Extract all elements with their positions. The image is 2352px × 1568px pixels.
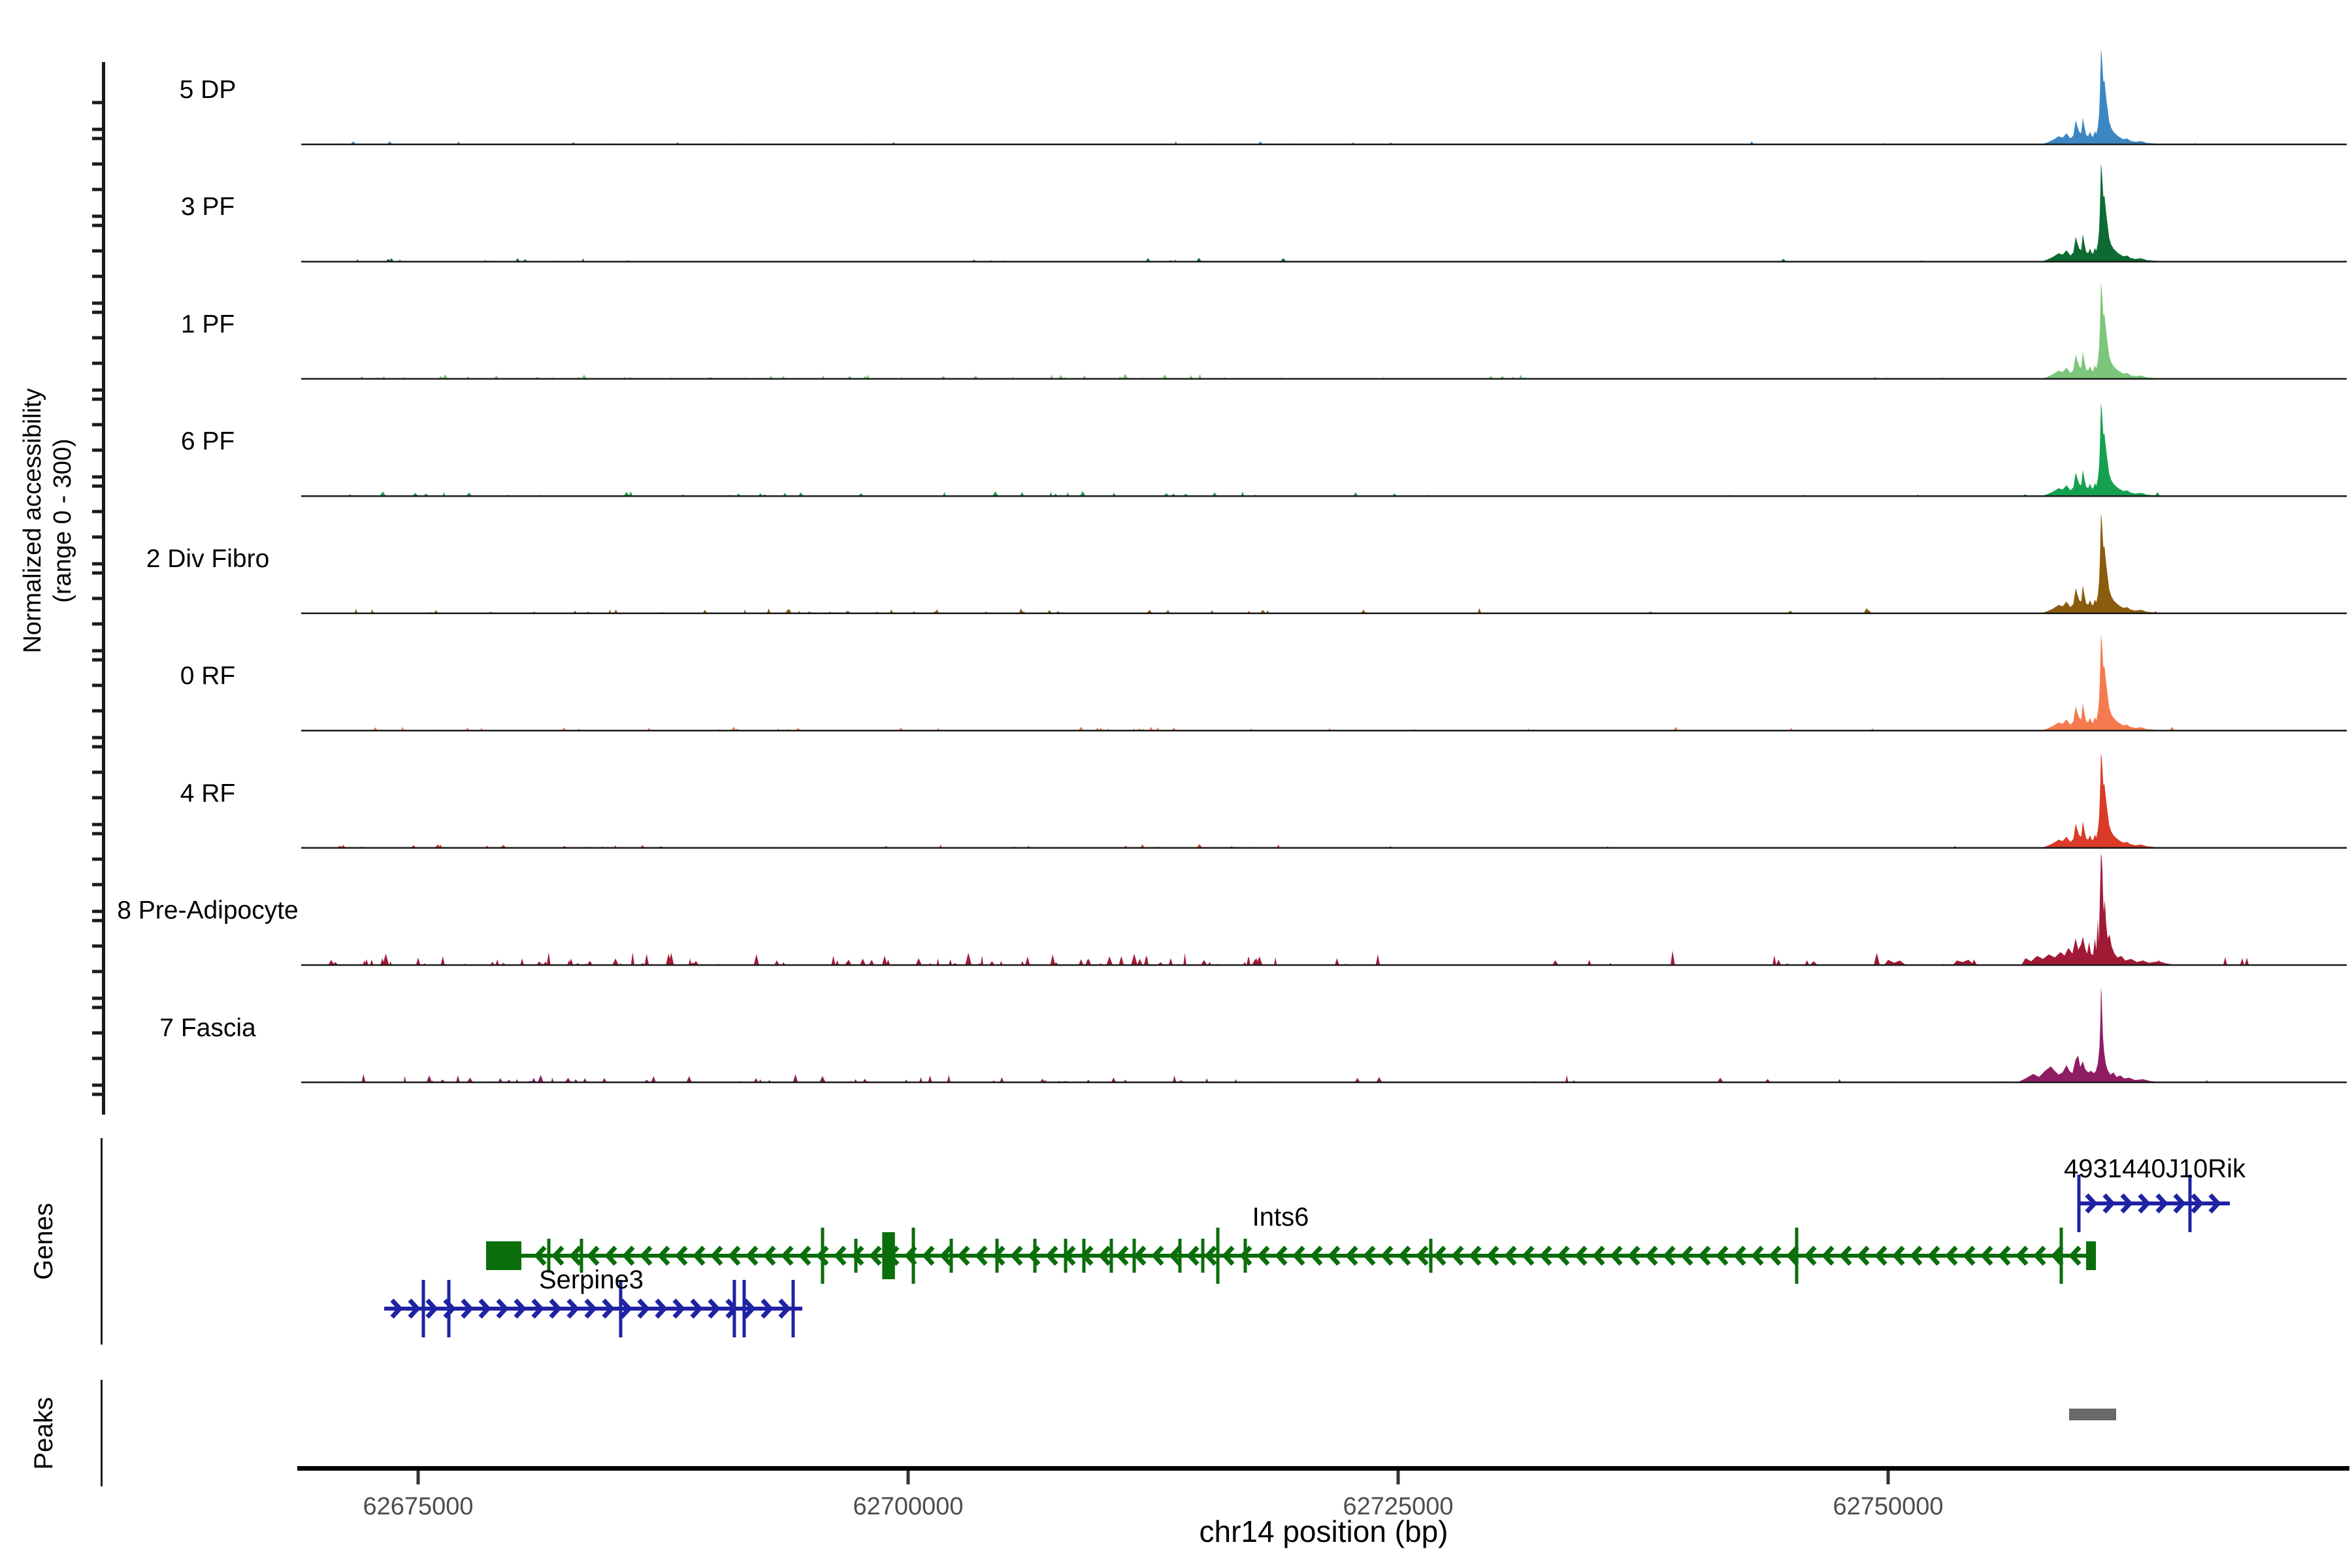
peak-interval	[2069, 1409, 2116, 1420]
exon-tick	[1179, 1239, 1182, 1273]
genes-bracket	[101, 1138, 103, 1345]
peaks-section-label: Peaks	[29, 1397, 58, 1469]
y-axis-spine	[102, 62, 105, 1115]
track-label-5-dp: 5 DP	[180, 76, 237, 104]
exon-tick	[1217, 1228, 1220, 1284]
background	[0, 0, 2352, 1568]
called-peaks	[2069, 1409, 2116, 1420]
coverage-plot-figure: 5 DP 3 PF 1 PF 6 PF 2 Div Fibro 0 RF 4 RF 8 Pre…	[0, 0, 2352, 1568]
exon-tick	[792, 1280, 795, 1337]
exon-tick	[1795, 1228, 1799, 1284]
exon-tick	[1110, 1239, 1113, 1273]
exon-tick	[912, 1228, 915, 1284]
track-label-4-rf: 4 RF	[180, 779, 236, 808]
exon-tick	[1201, 1239, 1205, 1273]
track-label-7-fascia: 7 Fascia	[159, 1014, 256, 1042]
peaks-bracket	[101, 1380, 103, 1486]
exon-tick	[448, 1280, 451, 1337]
track-label-6-pf: 6 PF	[181, 427, 235, 455]
exon-tick	[1244, 1239, 1247, 1273]
exon-tick	[882, 1232, 895, 1279]
y-axis-ticks	[92, 103, 103, 1094]
exon-tick	[2189, 1175, 2192, 1232]
chart-svg: 5 DP 3 PF 1 PF 6 PF 2 Div Fibro 0 RF 4 RF 8 Pre…	[0, 0, 2352, 1568]
exon-box	[2086, 1241, 2096, 1270]
exon-tick	[1034, 1239, 1037, 1273]
exon-tick	[1083, 1239, 1086, 1273]
track-label-2-div-fibro: 2 Div Fibro	[146, 545, 270, 573]
track-label-0-rf: 0 RF	[180, 662, 236, 690]
track-label-1-pf: 1 PF	[181, 310, 235, 338]
y-axis-title-line2: (range 0 - 300)	[49, 438, 76, 602]
exon-tick	[1064, 1239, 1068, 1273]
exon-tick	[950, 1239, 953, 1273]
x-axis-line	[297, 1466, 2349, 1471]
x-tick-label: 62750000	[1833, 1493, 1943, 1520]
gene-label-4931440j10rik: 4931440J10Rik	[2064, 1154, 2246, 1183]
exon-tick	[2060, 1228, 2063, 1284]
track-label-3-pf: 3 PF	[181, 193, 235, 221]
exon-tick	[855, 1239, 858, 1273]
exon-tick	[821, 1228, 825, 1284]
y-axis-title-line1: Normalized accessibility	[19, 388, 46, 653]
x-tick-label: 62700000	[853, 1493, 963, 1520]
exon-tick	[996, 1239, 999, 1273]
track-label-8-pre-adipocyte: 8 Pre-Adipocyte	[117, 896, 298, 924]
exon-tick	[1133, 1239, 1136, 1273]
exon-tick	[733, 1280, 736, 1337]
exon-tick	[743, 1280, 746, 1337]
exon-tick	[422, 1280, 425, 1337]
x-axis-title: chr14 position (bp)	[1200, 1514, 1448, 1548]
gene-label-serpine3: Serpine3	[539, 1266, 644, 1294]
exon-tick	[1429, 1239, 1433, 1273]
x-tick-label: 62675000	[363, 1493, 473, 1520]
gene-label-ints6: Ints6	[1252, 1203, 1309, 1232]
exon-box	[486, 1241, 521, 1270]
exon-tick	[2078, 1175, 2081, 1232]
genes-section-label: Genes	[29, 1203, 58, 1280]
